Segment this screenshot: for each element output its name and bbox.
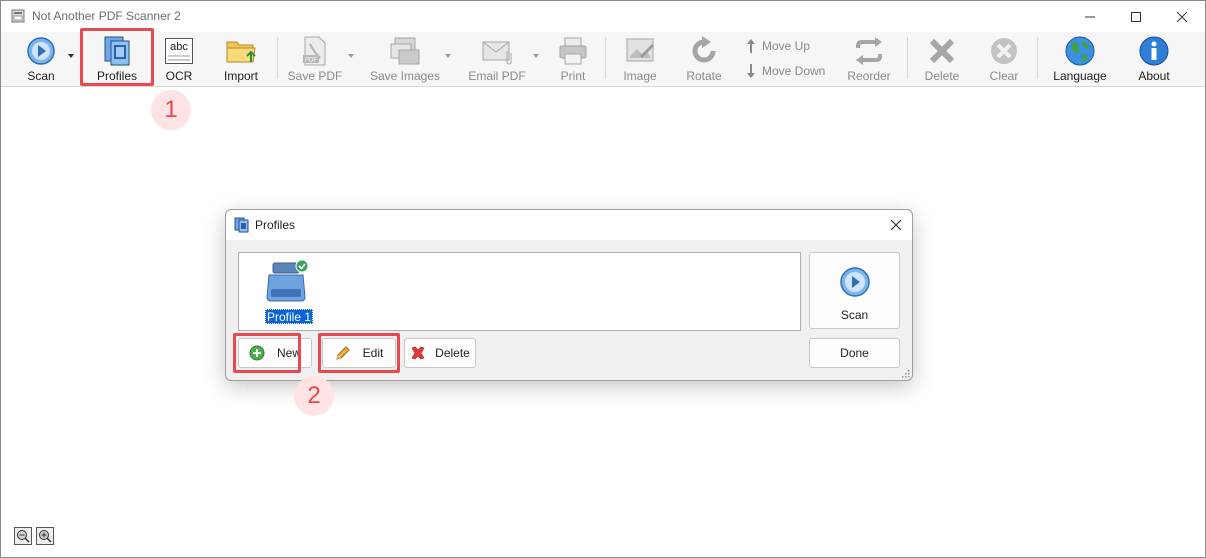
profile-list[interactable]: Profile 1: [238, 252, 801, 331]
arrow-down-icon: [747, 64, 755, 78]
language-button[interactable]: Language: [1051, 32, 1109, 85]
rotate-label: Rotate: [686, 69, 722, 83]
minimize-icon: [1085, 16, 1095, 17]
printer-icon: [559, 37, 587, 65]
profile-label: Profile 1: [265, 309, 314, 324]
globe-icon: [1065, 36, 1095, 66]
info-icon: [1139, 36, 1169, 66]
reorder-icon: [856, 37, 882, 65]
zoom-in-button[interactable]: [36, 527, 54, 545]
email-pdf-button[interactable]: Email PDF: [467, 32, 527, 85]
resize-grip-icon[interactable]: [900, 368, 910, 378]
app-window: Not Another PDF Scanner 2 Scan Profiles …: [0, 0, 1206, 558]
done-button[interactable]: Done: [809, 338, 900, 368]
save-images-icon: [390, 37, 420, 65]
dialog-scan-label: Scan: [840, 308, 869, 322]
save-pdf-button[interactable]: PDF Save PDF: [287, 32, 343, 85]
delete-label: Delete: [924, 69, 960, 83]
ocr-label: OCR: [165, 69, 193, 83]
profiles-highlight-box: [80, 28, 154, 86]
zoom-in-icon: [39, 530, 52, 543]
import-label: Import: [223, 69, 258, 83]
arrow-up-icon: [747, 39, 755, 53]
print-label: Print: [560, 69, 586, 83]
language-label: Language: [1053, 69, 1107, 83]
scan-button[interactable]: Scan: [19, 32, 63, 85]
move-down-button[interactable]: Move Down: [745, 62, 825, 80]
save-images-button[interactable]: Save Images: [369, 32, 441, 85]
import-button[interactable]: Import: [219, 32, 263, 85]
edit-highlight-box: [318, 333, 400, 373]
close-button[interactable]: [1159, 1, 1205, 32]
ocr-icon: abc: [165, 38, 193, 64]
done-label: Done: [840, 346, 869, 360]
delete-button[interactable]: Delete: [921, 32, 963, 85]
delete-profile-button[interactable]: Delete: [404, 338, 476, 368]
about-button[interactable]: About: [1133, 32, 1175, 85]
new-highlight-box: [233, 333, 301, 373]
folder-import-icon: [226, 41, 256, 63]
toolbar-separator: [605, 37, 606, 79]
close-icon: [1177, 11, 1187, 22]
image-label: Image: [623, 69, 657, 83]
clear-button[interactable]: Clear: [983, 32, 1025, 85]
reorder-label: Reorder: [847, 69, 891, 83]
save-pdf-label: Save PDF: [287, 69, 343, 83]
zoom-out-icon: [17, 530, 30, 543]
close-icon: [890, 219, 902, 231]
image-edit-icon: [626, 38, 654, 62]
pdf-file-icon: PDF: [303, 36, 326, 66]
dialog-scan-button[interactable]: Scan: [809, 252, 900, 329]
move-up-button[interactable]: Move Up: [745, 37, 810, 55]
email-pdf-dropdown-arrow[interactable]: [533, 54, 539, 58]
step-2-badge: 2: [294, 376, 334, 416]
maximize-button[interactable]: [1113, 1, 1159, 32]
pdf-icon-text: PDF: [305, 58, 317, 64]
delete-x-icon: [411, 346, 425, 360]
move-up-label: Move Up: [762, 39, 811, 53]
ocr-icon-text: abc: [170, 41, 188, 53]
reorder-button[interactable]: Reorder: [845, 32, 893, 85]
profile-item[interactable]: Profile 1: [263, 257, 314, 325]
toolbar-separator: [907, 37, 908, 79]
rotate-button[interactable]: Rotate: [683, 32, 725, 85]
move-down-label: Move Down: [762, 64, 826, 78]
zoom-out-button[interactable]: [14, 527, 32, 545]
email-pdf-label: Email PDF: [468, 69, 526, 83]
print-button[interactable]: Print: [553, 32, 593, 85]
dialog-title: Profiles: [255, 218, 296, 232]
delete-label: Delete: [435, 346, 470, 360]
window-title: Not Another PDF Scanner 2: [32, 9, 181, 23]
delete-x-icon: [929, 38, 955, 64]
dialog-close-button[interactable]: [884, 213, 908, 237]
toolbar-separator: [277, 37, 278, 79]
minimize-button[interactable]: [1067, 1, 1113, 32]
email-icon: [482, 41, 512, 65]
clear-icon: [991, 38, 1017, 64]
maximize-icon: [1131, 11, 1141, 22]
step-1-badge: 1: [151, 90, 191, 130]
scanner-profile-icon: [266, 259, 309, 302]
scanner-app-icon: [11, 9, 25, 23]
save-pdf-dropdown-arrow[interactable]: [348, 54, 354, 58]
scan-play-icon: [840, 267, 870, 297]
toolbar-separator: [1037, 37, 1038, 79]
scan-dropdown-arrow[interactable]: [68, 54, 74, 58]
ocr-button[interactable]: abc OCR: [157, 32, 201, 85]
clear-label: Clear: [989, 69, 1019, 83]
rotate-icon: [692, 36, 716, 63]
scan-label: Scan: [27, 69, 55, 83]
save-images-dropdown-arrow[interactable]: [445, 54, 451, 58]
scan-play-icon: [27, 37, 55, 65]
toolbar: Scan Profiles abc OCR Import PDF Save PD…: [1, 32, 1205, 87]
title-bar: Not Another PDF Scanner 2: [1, 1, 1205, 32]
save-images-label: Save Images: [369, 69, 441, 83]
dialog-title-bar: Profiles: [226, 210, 912, 240]
image-button[interactable]: Image: [619, 32, 661, 85]
profiles-small-icon: [234, 217, 249, 233]
about-label: About: [1138, 69, 1170, 83]
